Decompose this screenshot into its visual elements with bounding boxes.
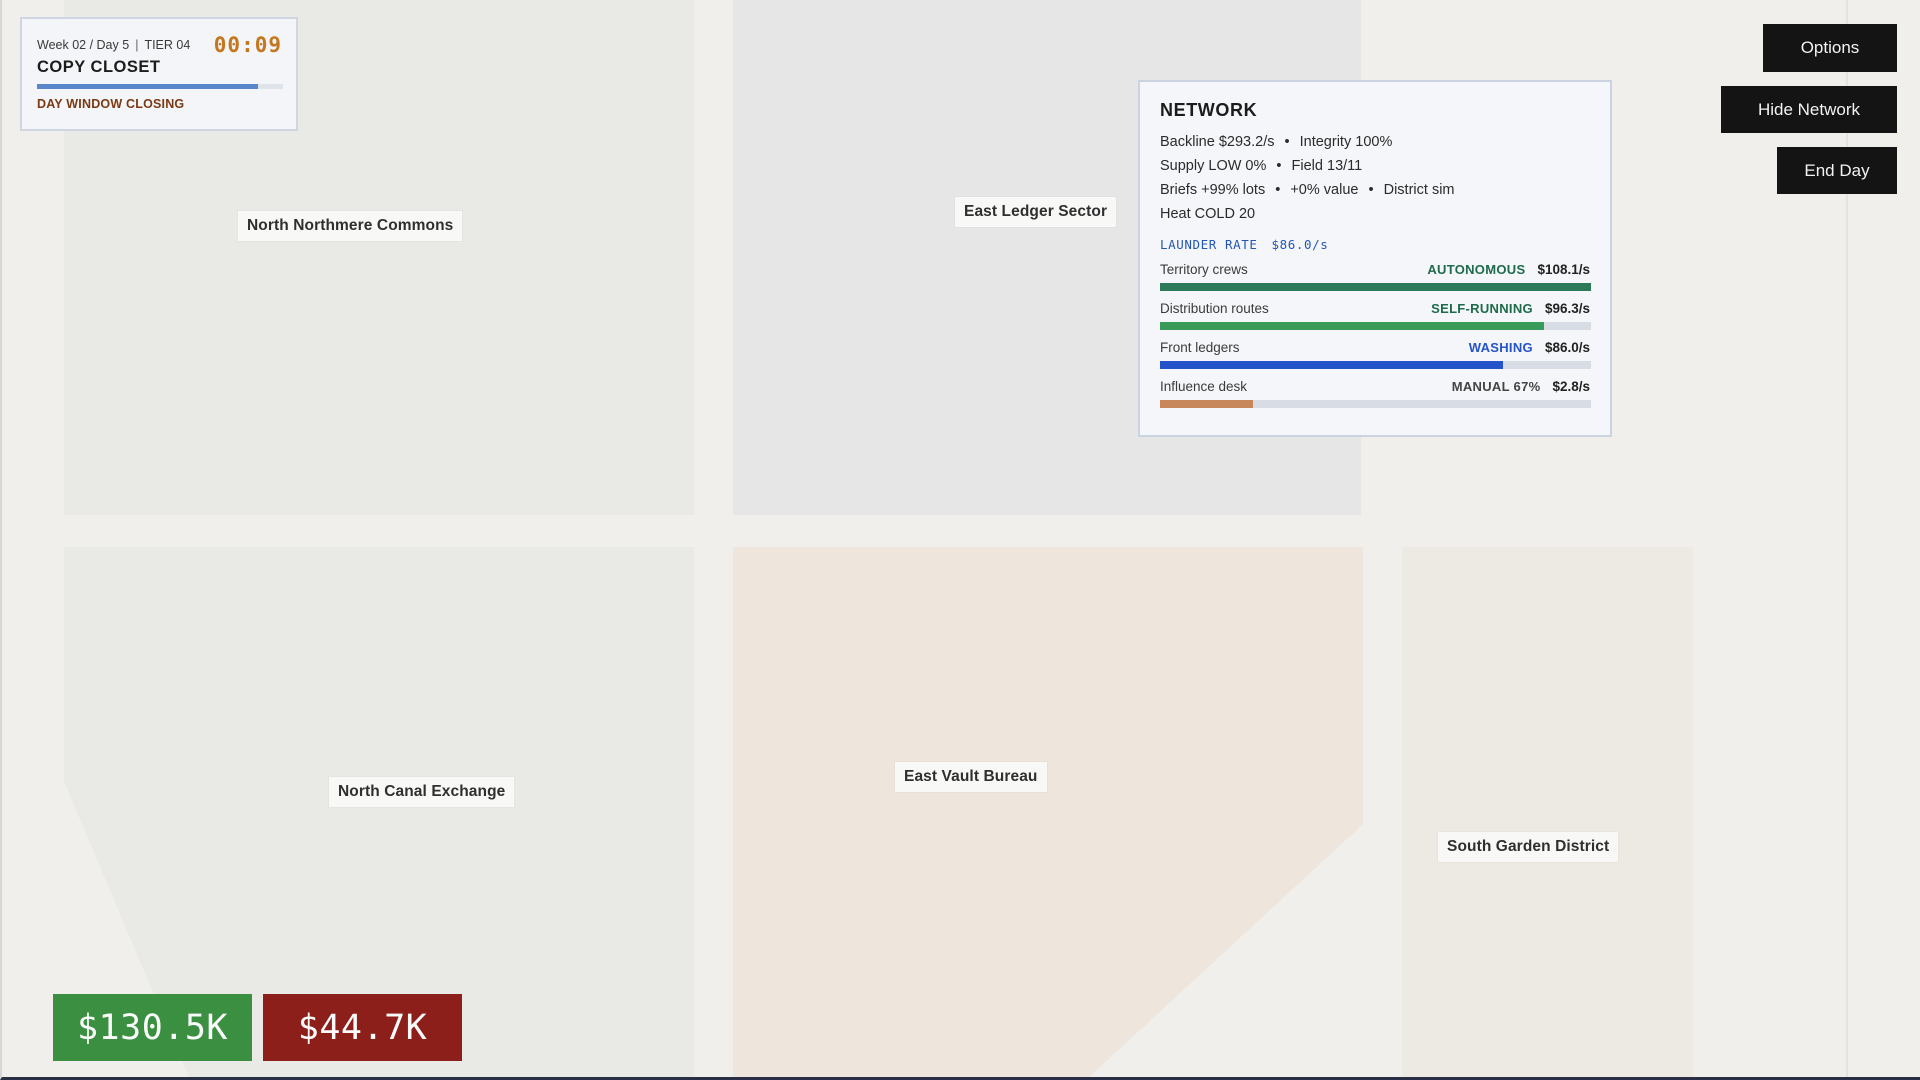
briefs-label: Briefs	[1160, 182, 1198, 198]
integrity-label: Integrity	[1299, 134, 1352, 150]
network-panel: NETWORK Backline $293.2/s • Integrity 10…	[1138, 80, 1612, 437]
bullet-separator: •	[1275, 182, 1281, 198]
district-label-east-vault-bureau[interactable]: East Vault Bureau	[895, 762, 1047, 792]
network-row-rate: $96.3/s	[1544, 301, 1590, 316]
day-timer: 00:09	[213, 33, 282, 57]
network-row-bar-fill	[1160, 361, 1503, 369]
district-label-south-garden-district[interactable]: South Garden District	[1438, 832, 1619, 862]
field-label: Field	[1291, 158, 1323, 174]
launder-rate: LAUNDER RATE $86.0/s	[1160, 237, 1590, 252]
tier-label: TIER 04	[144, 38, 191, 52]
day-status-card: Week 02 / Day 5 | TIER 04 00:09 COPY CLO…	[20, 17, 298, 131]
day-progress-fill	[37, 84, 259, 89]
network-row-label: Influence desk	[1160, 379, 1248, 394]
network-row-label: Territory crews	[1160, 262, 1248, 277]
network-row-bar	[1160, 361, 1591, 369]
briefs-value: +0% value	[1290, 182, 1359, 198]
cash-balance: $130.5K	[53, 994, 252, 1061]
heat-label: Heat	[1160, 206, 1191, 222]
network-row-status: AUTONOMOUS	[1427, 262, 1526, 277]
backline-value: $293.2/s	[1218, 134, 1275, 150]
district-block-east-vault[interactable]	[733, 547, 1363, 1080]
field-value: 13/11	[1327, 158, 1363, 174]
end-day-button[interactable]: End Day	[1777, 147, 1897, 194]
briefs-lots: +99% lots	[1201, 182, 1266, 198]
network-row-status: WASHING	[1468, 340, 1533, 355]
integrity-value: 100%	[1355, 134, 1393, 150]
network-row: Front ledgers WASHING $86.0/s	[1160, 340, 1591, 369]
network-row: Distribution routes SELF-RUNNING $96.3/s	[1160, 301, 1591, 330]
network-row-label: Front ledgers	[1160, 340, 1240, 355]
options-button[interactable]: Options	[1763, 24, 1897, 72]
briefs-line: Briefs +99% lots • +0% value • District …	[1160, 178, 1590, 202]
debt-balance: $44.7K	[263, 994, 462, 1061]
district-label-east-ledger-sector[interactable]: East Ledger Sector	[955, 197, 1117, 227]
day-window-warning: DAY WINDOW CLOSING	[37, 97, 185, 111]
launder-rate-value: $86.0/s	[1271, 237, 1329, 252]
bullet-separator: •	[1276, 158, 1282, 174]
supply-value: LOW 0%	[1208, 158, 1267, 174]
district-label-north-canal-exchange[interactable]: North Canal Exchange	[329, 777, 515, 807]
network-row-header: Influence desk MANUAL 67% $2.8/s	[1160, 379, 1590, 394]
network-row-label: Distribution routes	[1160, 301, 1269, 316]
network-row-bar	[1160, 400, 1591, 408]
network-row: Territory crews AUTONOMOUS $108.1/s	[1160, 262, 1591, 291]
network-row-status: MANUAL 67%	[1451, 379, 1541, 394]
district-block-south-garden[interactable]	[1402, 547, 1693, 1080]
location-title: COPY CLOSET	[37, 58, 161, 76]
network-row-bar	[1160, 283, 1591, 291]
week-day-label: Week 02 / Day 5	[37, 38, 130, 52]
heat-line: Heat COLD 20	[1160, 202, 1590, 226]
briefs-sim: District sim	[1383, 182, 1455, 198]
network-operations-list: Territory crews AUTONOMOUS $108.1/s Distrib…	[1160, 262, 1591, 408]
network-row-bar-fill	[1160, 400, 1253, 408]
network-row-header: Front ledgers WASHING $86.0/s	[1160, 340, 1590, 355]
network-row-status: SELF-RUNNING	[1431, 301, 1533, 316]
backline-line: Backline $293.2/s • Integrity 100%	[1160, 130, 1590, 154]
network-row-rate: $2.8/s	[1552, 379, 1590, 394]
network-title: NETWORK	[1160, 100, 1258, 120]
hide-network-button[interactable]: Hide Network	[1721, 86, 1897, 133]
city-map[interactable]: North Northmere Commons East Ledger Sect…	[0, 0, 1920, 1080]
network-row-rate: $108.1/s	[1537, 262, 1590, 277]
heat-value: COLD 20	[1194, 206, 1256, 222]
network-row-header: Territory crews AUTONOMOUS $108.1/s	[1160, 262, 1590, 277]
backline-label: Backline	[1160, 134, 1215, 150]
network-row-rate: $86.0/s	[1544, 340, 1590, 355]
network-row-header: Distribution routes SELF-RUNNING $96.3/s	[1160, 301, 1590, 316]
network-row-bar-fill	[1160, 283, 1591, 291]
network-row-bar-fill	[1160, 322, 1544, 330]
day-progress-bar	[37, 84, 283, 89]
supply-line: Supply LOW 0% • Field 13/11	[1160, 154, 1590, 178]
status-header: Week 02 / Day 5 | TIER 04 00:09	[37, 33, 282, 57]
bullet-separator: •	[1284, 134, 1290, 150]
launder-rate-label: LAUNDER RATE	[1160, 237, 1258, 252]
district-label-north-northmere-commons[interactable]: North Northmere Commons	[238, 211, 463, 241]
supply-label: Supply	[1160, 158, 1205, 174]
network-row-bar	[1160, 322, 1591, 330]
status-separator: |	[135, 38, 139, 52]
network-row: Influence desk MANUAL 67% $2.8/s	[1160, 379, 1591, 408]
bullet-separator: •	[1368, 182, 1374, 198]
